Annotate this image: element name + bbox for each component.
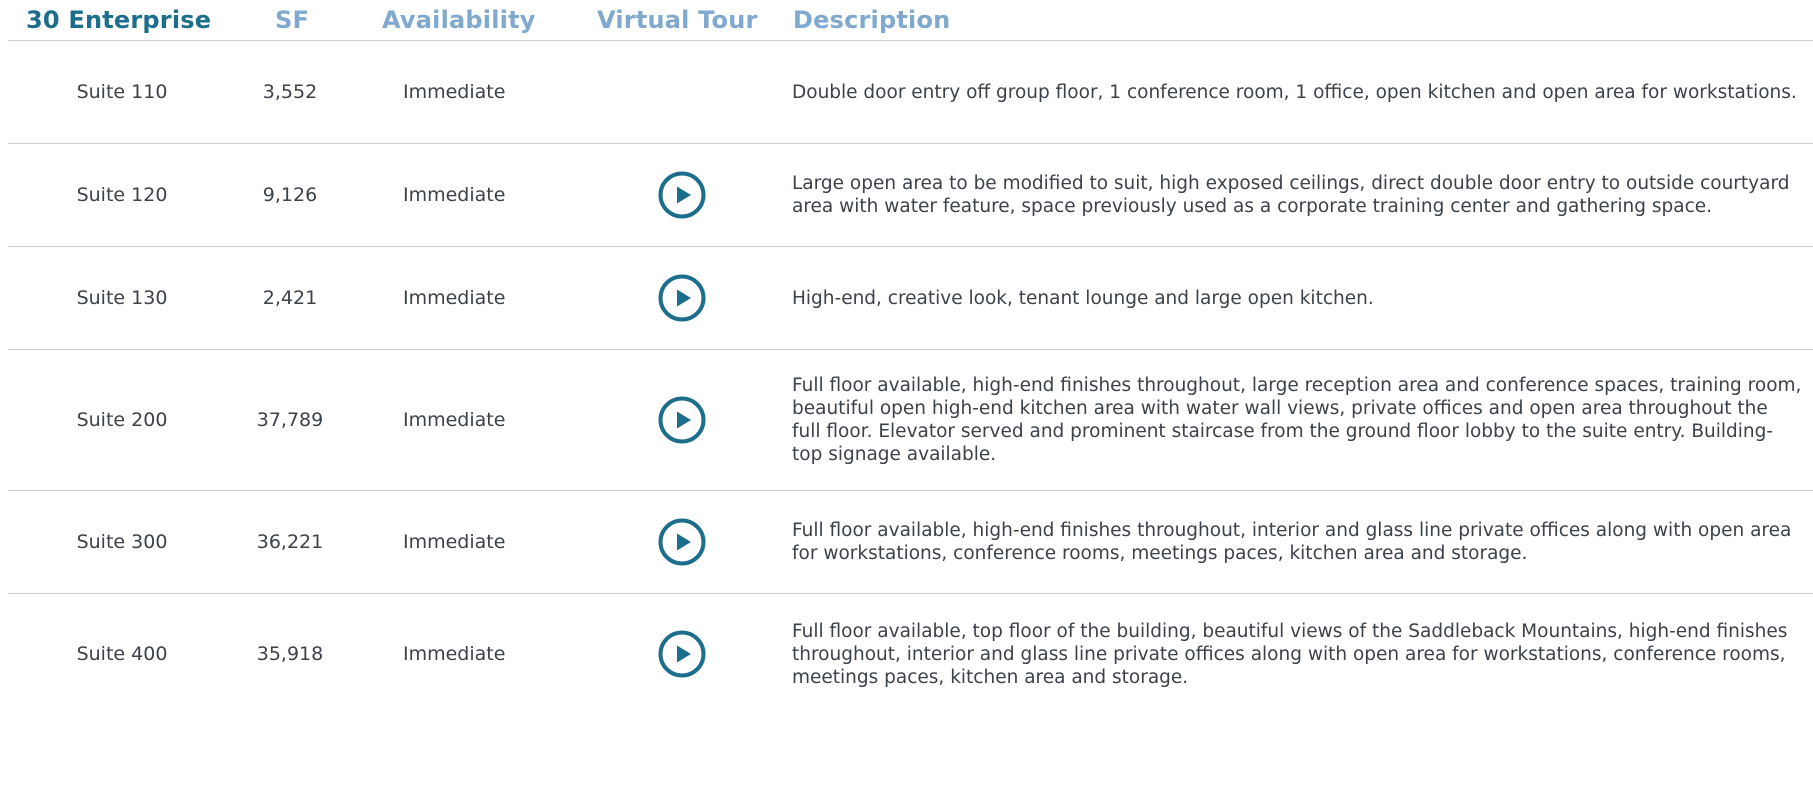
suite-description: Double door entry off group floor, 1 con… xyxy=(792,81,1797,103)
table-header: 30 Enterprise SF Availability Virtual To… xyxy=(8,0,1813,41)
suite-sf: 35,918 xyxy=(256,643,324,665)
table-row: Suite 200 37,789 Immediate Full floor av… xyxy=(8,350,1813,491)
virtual-tour-cell xyxy=(628,594,736,714)
suite-sf: 37,789 xyxy=(256,409,324,431)
suite-description: Large open area to be modified to suit, … xyxy=(792,173,1790,217)
suite-sf: 9,126 xyxy=(262,184,318,206)
suite-name: Suite 200 xyxy=(76,409,168,431)
description-column-header: Description xyxy=(793,6,951,34)
suite-availability: Immediate xyxy=(403,184,506,206)
virtual-tour-column-header: Virtual Tour xyxy=(597,6,758,34)
table-row: Suite 300 36,221 Immediate Full floor av… xyxy=(8,491,1813,594)
suite-description: Full floor available, high-end finishes … xyxy=(792,375,1802,465)
availability-table: 30 Enterprise SF Availability Virtual To… xyxy=(8,0,1813,714)
table-row: Suite 120 9,126 Immediate Large open are… xyxy=(8,144,1813,247)
suite-availability: Immediate xyxy=(403,81,506,103)
play-circle-icon[interactable] xyxy=(658,274,706,322)
suite-sf: 36,221 xyxy=(256,531,324,553)
suite-availability: Immediate xyxy=(403,287,506,309)
sf-column-header: SF xyxy=(275,6,310,34)
suite-description: Full floor available, high-end finishes … xyxy=(792,520,1792,564)
suite-sf: 3,552 xyxy=(262,81,318,103)
suite-description: Full floor available, top floor of the b… xyxy=(792,620,1788,688)
virtual-tour-cell xyxy=(628,350,736,490)
play-circle-icon[interactable] xyxy=(658,171,706,219)
suite-name: Suite 130 xyxy=(76,287,168,309)
play-circle-icon[interactable] xyxy=(658,630,706,678)
suite-name: Suite 300 xyxy=(76,531,168,553)
play-circle-icon[interactable] xyxy=(658,396,706,444)
suite-name: Suite 120 xyxy=(76,184,168,206)
play-circle-icon[interactable] xyxy=(658,518,706,566)
table-row: Suite 130 2,421 Immediate High-end, crea… xyxy=(8,247,1813,350)
availability-column-header: Availability xyxy=(382,6,536,34)
table-row: Suite 110 3,552 Immediate Double door en… xyxy=(8,41,1813,144)
suite-name: Suite 400 xyxy=(76,643,168,665)
virtual-tour-cell xyxy=(628,144,736,246)
building-heading: 30 Enterprise xyxy=(26,6,212,34)
virtual-tour-cell xyxy=(628,247,736,349)
virtual-tour-cell xyxy=(628,491,736,593)
suite-description: High-end, creative look, tenant lounge a… xyxy=(792,287,1374,309)
suite-availability: Immediate xyxy=(403,409,506,431)
suite-availability: Immediate xyxy=(403,531,506,553)
table-row: Suite 400 35,918 Immediate Full floor av… xyxy=(8,594,1813,714)
suite-sf: 2,421 xyxy=(262,287,318,309)
suite-availability: Immediate xyxy=(403,643,506,665)
virtual-tour-cell xyxy=(628,41,736,143)
suite-name: Suite 110 xyxy=(76,81,168,103)
